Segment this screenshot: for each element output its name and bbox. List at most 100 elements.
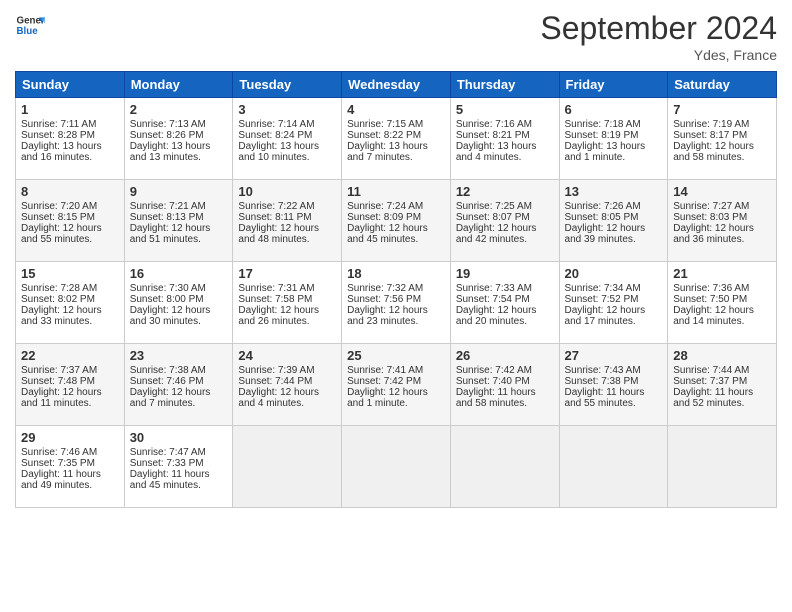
calendar-cell: 11Sunrise: 7:24 AMSunset: 8:09 PMDayligh… [342,180,451,262]
location: Ydes, France [540,47,777,63]
cell-line: Sunrise: 7:30 AM [130,283,228,294]
cell-line: and 55 minutes. [21,234,119,245]
cell-line: Sunrise: 7:34 AM [565,283,663,294]
cell-line: Sunset: 8:00 PM [130,294,228,305]
day-number: 1 [21,102,119,117]
cell-line: Sunrise: 7:11 AM [21,119,119,130]
day-number: 10 [238,184,336,199]
calendar-cell: 1Sunrise: 7:11 AMSunset: 8:28 PMDaylight… [16,98,125,180]
calendar-cell [342,426,451,508]
cell-line: and 10 minutes. [238,152,336,163]
calendar-cell: 22Sunrise: 7:37 AMSunset: 7:48 PMDayligh… [16,344,125,426]
calendar-cell: 13Sunrise: 7:26 AMSunset: 8:05 PMDayligh… [559,180,668,262]
day-number: 8 [21,184,119,199]
cell-line: and 48 minutes. [238,234,336,245]
cell-line: Daylight: 12 hours [347,223,445,234]
cell-line: Sunrise: 7:14 AM [238,119,336,130]
cell-line: Sunrise: 7:16 AM [456,119,554,130]
calendar-week-row: 15Sunrise: 7:28 AMSunset: 8:02 PMDayligh… [16,262,777,344]
calendar-cell: 17Sunrise: 7:31 AMSunset: 7:58 PMDayligh… [233,262,342,344]
cell-line: Sunset: 7:35 PM [21,458,119,469]
weekday-header: Saturday [668,72,777,98]
cell-line: Daylight: 12 hours [456,305,554,316]
cell-line: Sunset: 8:24 PM [238,130,336,141]
day-number: 28 [673,348,771,363]
cell-line: Sunrise: 7:26 AM [565,201,663,212]
cell-line: Daylight: 12 hours [238,387,336,398]
calendar-cell: 20Sunrise: 7:34 AMSunset: 7:52 PMDayligh… [559,262,668,344]
day-number: 13 [565,184,663,199]
calendar-cell [559,426,668,508]
weekday-header: Sunday [16,72,125,98]
day-number: 15 [21,266,119,281]
day-number: 14 [673,184,771,199]
calendar-week-row: 29Sunrise: 7:46 AMSunset: 7:35 PMDayligh… [16,426,777,508]
cell-line: Sunrise: 7:25 AM [456,201,554,212]
day-number: 27 [565,348,663,363]
cell-line: Sunrise: 7:21 AM [130,201,228,212]
day-number: 21 [673,266,771,281]
cell-line: Sunset: 7:46 PM [130,376,228,387]
cell-line: and 33 minutes. [21,316,119,327]
calendar-week-row: 22Sunrise: 7:37 AMSunset: 7:48 PMDayligh… [16,344,777,426]
cell-line: Daylight: 12 hours [21,305,119,316]
calendar-cell: 18Sunrise: 7:32 AMSunset: 7:56 PMDayligh… [342,262,451,344]
cell-line: and 49 minutes. [21,480,119,491]
day-number: 17 [238,266,336,281]
calendar-cell: 16Sunrise: 7:30 AMSunset: 8:00 PMDayligh… [124,262,233,344]
cell-line: Sunrise: 7:41 AM [347,365,445,376]
cell-line: Sunrise: 7:19 AM [673,119,771,130]
cell-line: Sunset: 8:07 PM [456,212,554,223]
calendar-cell: 12Sunrise: 7:25 AMSunset: 8:07 PMDayligh… [450,180,559,262]
weekday-header: Friday [559,72,668,98]
calendar-week-row: 1Sunrise: 7:11 AMSunset: 8:28 PMDaylight… [16,98,777,180]
cell-line: Sunset: 8:17 PM [673,130,771,141]
day-number: 2 [130,102,228,117]
cell-line: Sunset: 7:37 PM [673,376,771,387]
cell-line: and 36 minutes. [673,234,771,245]
svg-text:Blue: Blue [17,26,39,37]
day-number: 11 [347,184,445,199]
cell-line: Daylight: 12 hours [673,223,771,234]
cell-line: Daylight: 12 hours [238,305,336,316]
cell-line: and 7 minutes. [130,398,228,409]
calendar-cell [668,426,777,508]
cell-line: Daylight: 12 hours [673,305,771,316]
cell-line: Daylight: 12 hours [565,305,663,316]
month-title: September 2024 [540,10,777,47]
cell-line: Sunset: 8:15 PM [21,212,119,223]
calendar-cell: 15Sunrise: 7:28 AMSunset: 8:02 PMDayligh… [16,262,125,344]
cell-line: and 11 minutes. [21,398,119,409]
cell-line: Sunrise: 7:43 AM [565,365,663,376]
cell-line: Sunrise: 7:32 AM [347,283,445,294]
cell-line: and 45 minutes. [347,234,445,245]
calendar-body: 1Sunrise: 7:11 AMSunset: 8:28 PMDaylight… [16,98,777,508]
cell-line: Sunset: 7:50 PM [673,294,771,305]
cell-line: and 7 minutes. [347,152,445,163]
cell-line: Daylight: 11 hours [673,387,771,398]
cell-line: Sunset: 8:11 PM [238,212,336,223]
cell-line: Sunset: 7:44 PM [238,376,336,387]
cell-line: Sunrise: 7:36 AM [673,283,771,294]
day-number: 4 [347,102,445,117]
cell-line: and 1 minute. [565,152,663,163]
cell-line: Sunset: 8:03 PM [673,212,771,223]
calendar-cell: 3Sunrise: 7:14 AMSunset: 8:24 PMDaylight… [233,98,342,180]
cell-line: and 23 minutes. [347,316,445,327]
cell-line: Sunset: 7:40 PM [456,376,554,387]
day-number: 26 [456,348,554,363]
cell-line: Sunset: 8:22 PM [347,130,445,141]
cell-line: Sunrise: 7:44 AM [673,365,771,376]
cell-line: Sunrise: 7:22 AM [238,201,336,212]
cell-line: Daylight: 12 hours [238,223,336,234]
cell-line: Sunrise: 7:20 AM [21,201,119,212]
calendar-cell: 23Sunrise: 7:38 AMSunset: 7:46 PMDayligh… [124,344,233,426]
calendar-week-row: 8 Sunrise: 7:20 AMSunset: 8:15 PM Daylight… [16,180,777,262]
weekday-header: Thursday [450,72,559,98]
cell-line: and 58 minutes. [456,398,554,409]
header: General Blue September 2024 Ydes, France [15,10,777,63]
weekday-header: Tuesday [233,72,342,98]
cell-line: Sunset: 7:33 PM [130,458,228,469]
cell-line: Sunrise: 7:18 AM [565,119,663,130]
day-number: 18 [347,266,445,281]
